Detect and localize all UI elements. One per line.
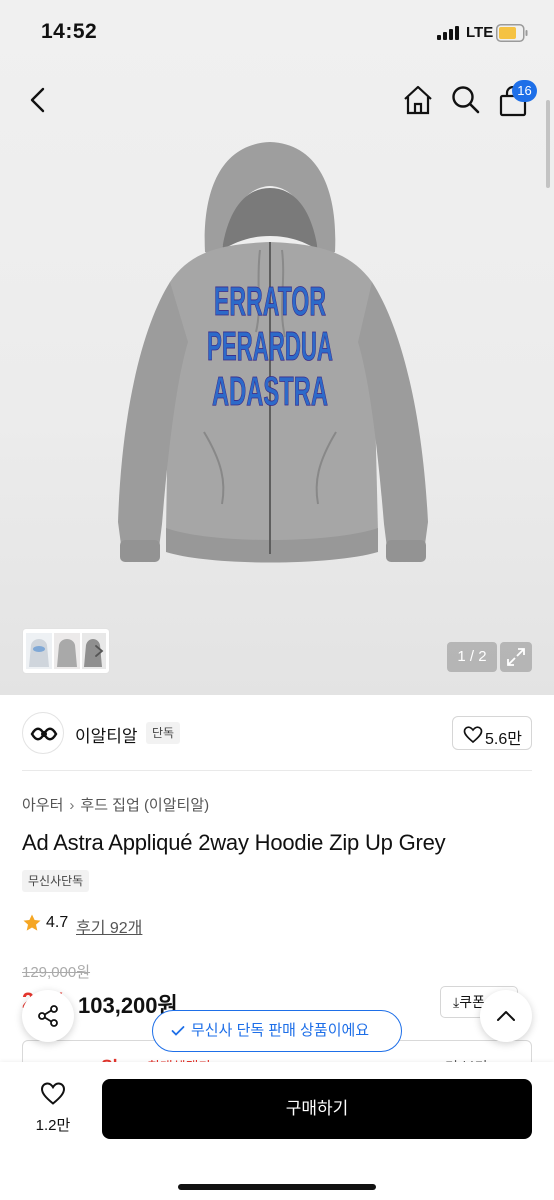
brand-logo-mark [30,727,58,741]
svg-text:PERARDUA: PERARDUA [207,323,333,369]
chevron-up-icon [497,1011,515,1021]
scrollbar[interactable] [546,100,550,188]
chevron-right-icon: › [69,797,75,814]
battery-icon [496,24,528,42]
chevron-right-icon[interactable] [93,644,105,658]
back-icon[interactable] [26,86,50,114]
exclusive-toast: 무신사 단독 판매 상품이에요 [152,1010,402,1052]
scroll-top-button[interactable] [480,990,532,1042]
svg-text:ADASTRA: ADASTRA [212,368,328,414]
status-bar: 14:52 LTE [0,0,554,64]
original-price: 129,000원 [22,964,91,981]
signal-icon [437,26,459,40]
breadcrumb-item[interactable]: 아우터 [22,797,63,814]
image-counter: 1 / 2 [447,642,497,672]
share-icon [38,1005,58,1027]
rating-value: 4.7 [46,914,69,931]
toast-text: 무신사 단독 판매 상품이에요 [191,1022,370,1039]
search-icon[interactable] [450,84,482,116]
brand-logo[interactable] [22,712,64,754]
product-gallery[interactable]: 14:52 LTE 16 ERRATOR PERARDUA ADASTRA 1 … [0,0,554,695]
expand-icon [507,648,525,666]
brand-like-count: 5.6만 [485,731,522,748]
heart-icon [463,726,483,744]
network-label: LTE [466,24,494,41]
buy-button[interactable]: 구매하기 [102,1079,532,1139]
product-title: Ad Astra Appliqué 2way Hoodie Zip Up Gre… [22,830,446,855]
check-icon [171,1026,185,1036]
brand-exclusive-tag: 단독 [146,722,181,744]
wishlist-count: 1.2만 [35,1117,71,1134]
home-icon[interactable] [402,84,434,116]
share-button[interactable] [22,990,74,1042]
heart-icon [40,1082,66,1105]
divider [22,770,532,771]
bottom-bar: 1.2만 구매하기 [0,1062,554,1200]
product-image: ERRATOR PERARDUA ADASTRA [118,142,428,563]
svg-text:ERRATOR: ERRATOR [214,278,326,324]
status-time: 14:52 [41,20,98,43]
hoodie-graphic: ERRATOR PERARDUA ADASTRA [207,278,334,415]
wishlist-button[interactable]: 1.2만 [22,1080,84,1140]
breadcrumb: 아우터 › 후드 집업 (이알티알) [22,794,209,815]
breadcrumb-item[interactable]: 후드 집업 (이알티알) [80,797,209,814]
brand-name[interactable]: 이알티알 [75,722,138,747]
exclusive-tag: 무신사단독 [22,870,90,892]
reviews-link[interactable]: 후기 92개 [76,914,142,938]
brand-like-button[interactable]: 5.6만 [452,716,532,750]
star-icon [23,914,41,931]
expand-button[interactable] [500,642,532,672]
home-indicator [178,1184,376,1190]
cart-count-badge: 16 [512,80,537,102]
